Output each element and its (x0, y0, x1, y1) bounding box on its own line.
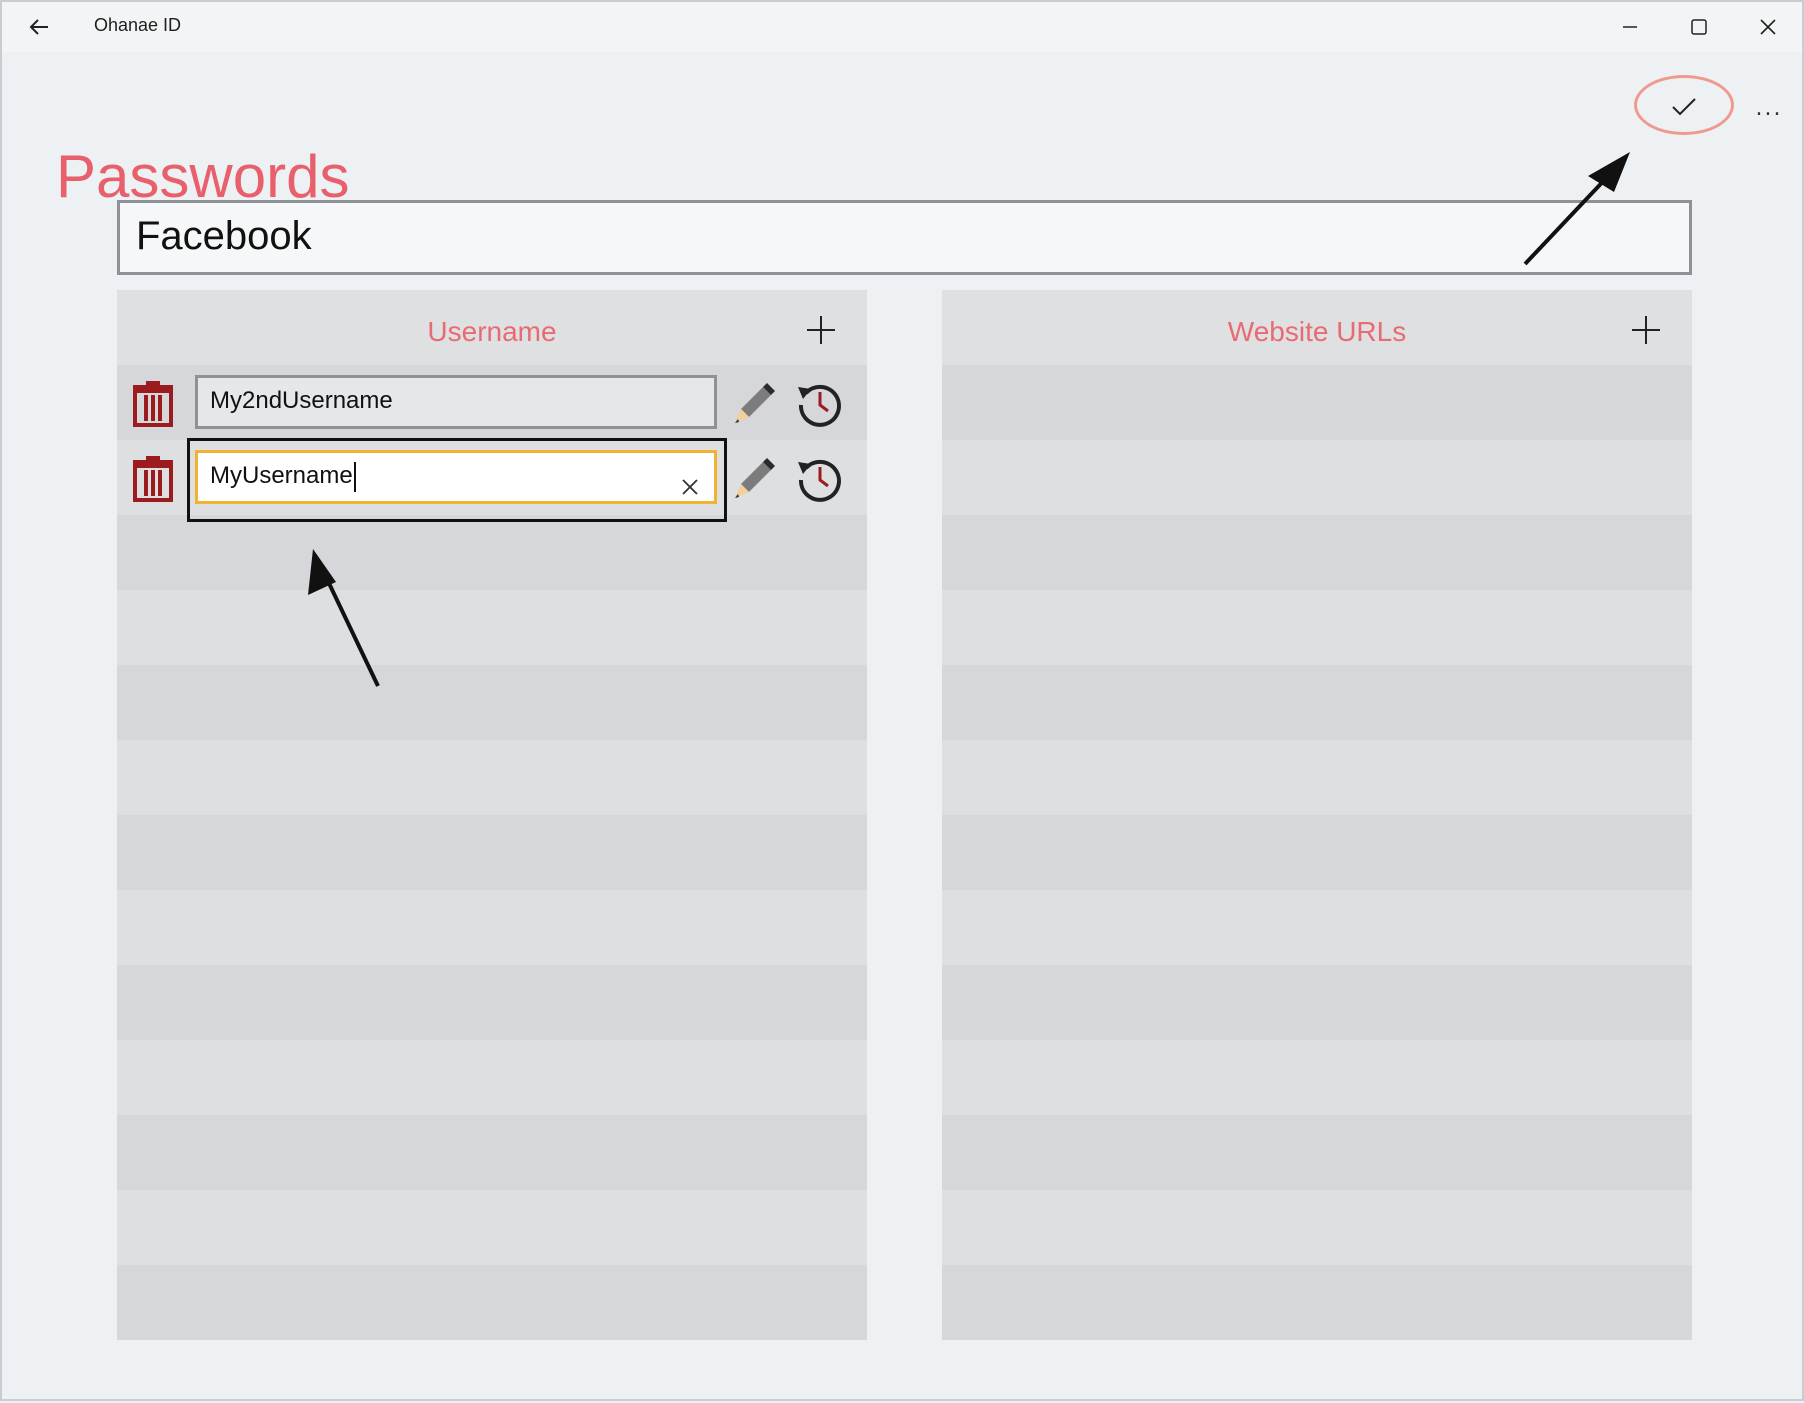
maximize-icon (1691, 19, 1707, 35)
list-row (942, 1040, 1692, 1115)
clear-field-button[interactable] (680, 467, 700, 495)
list-row (942, 815, 1692, 890)
app-title: Ohanae ID (94, 15, 182, 35)
history-icon (798, 459, 841, 502)
list-row (942, 890, 1692, 965)
list-row (117, 890, 867, 965)
username-entry: My2ndUsername (117, 365, 867, 440)
list-row (942, 665, 1692, 740)
list-row (942, 1115, 1692, 1190)
add-username-button[interactable] (801, 310, 841, 350)
minimize-icon (1623, 26, 1637, 28)
checkmark-icon (1672, 98, 1696, 116)
username-field[interactable]: My2ndUsername (195, 375, 717, 429)
list-row (117, 965, 867, 1040)
entry-title-input[interactable]: Facebook (117, 200, 1692, 275)
username-entry-focused: MyUsername (117, 438, 867, 522)
trash-icon (133, 456, 173, 502)
list-row (117, 665, 867, 740)
close-icon (682, 479, 698, 495)
username-panel: Username My2ndUsername MyUsername (117, 290, 867, 1340)
username-list: My2ndUsername MyUsername (117, 365, 867, 1340)
list-row (942, 740, 1692, 815)
text-caret (353, 461, 356, 492)
title-bar: Ohanae ID (2, 2, 1802, 52)
edit-username-button[interactable] (729, 379, 777, 427)
arrowhead-icon (1588, 152, 1630, 192)
website-urls-panel-header: Website URLs (942, 290, 1692, 365)
list-row (117, 815, 867, 890)
list-row (942, 440, 1692, 515)
trash-icon (133, 381, 173, 427)
plus-icon (807, 316, 835, 344)
username-field[interactable]: MyUsername (195, 450, 717, 504)
list-row (117, 590, 867, 665)
minimize-button[interactable] (1596, 2, 1664, 52)
website-urls-panel: Website URLs (942, 290, 1692, 1340)
add-url-button[interactable] (1626, 310, 1666, 350)
list-row (942, 590, 1692, 665)
list-row (942, 1265, 1692, 1340)
list-row (117, 1040, 867, 1115)
website-urls-list (942, 365, 1692, 1340)
close-icon (1760, 19, 1776, 35)
plus-icon (1632, 316, 1660, 344)
edit-username-button[interactable] (729, 454, 777, 502)
maximize-button[interactable] (1665, 2, 1733, 52)
list-row (117, 1190, 867, 1265)
pencil-icon (735, 383, 775, 423)
arrow-left-icon (29, 19, 48, 35)
delete-username-button[interactable] (131, 456, 175, 502)
username-panel-header: Username (117, 290, 867, 365)
pencil-icon (735, 458, 775, 498)
username-history-button[interactable] (795, 379, 845, 429)
list-row (942, 1190, 1692, 1265)
list-row (117, 1115, 867, 1190)
list-row (942, 515, 1692, 590)
list-row (117, 1265, 867, 1340)
list-row (942, 965, 1692, 1040)
close-button[interactable] (1734, 2, 1802, 52)
list-row (117, 515, 867, 590)
website-urls-header-label: Website URLs (1227, 316, 1407, 347)
more-options-button[interactable]: ... (1747, 92, 1791, 132)
list-row (117, 740, 867, 815)
back-button[interactable] (24, 12, 54, 42)
history-icon (798, 384, 841, 427)
username-header-label: Username (427, 316, 557, 347)
username-value: My2ndUsername (210, 387, 393, 414)
list-row (942, 365, 1692, 440)
username-value: MyUsername (210, 462, 353, 489)
username-history-button[interactable] (795, 454, 845, 504)
save-check-button[interactable] (1634, 75, 1734, 137)
delete-username-button[interactable] (131, 381, 175, 427)
